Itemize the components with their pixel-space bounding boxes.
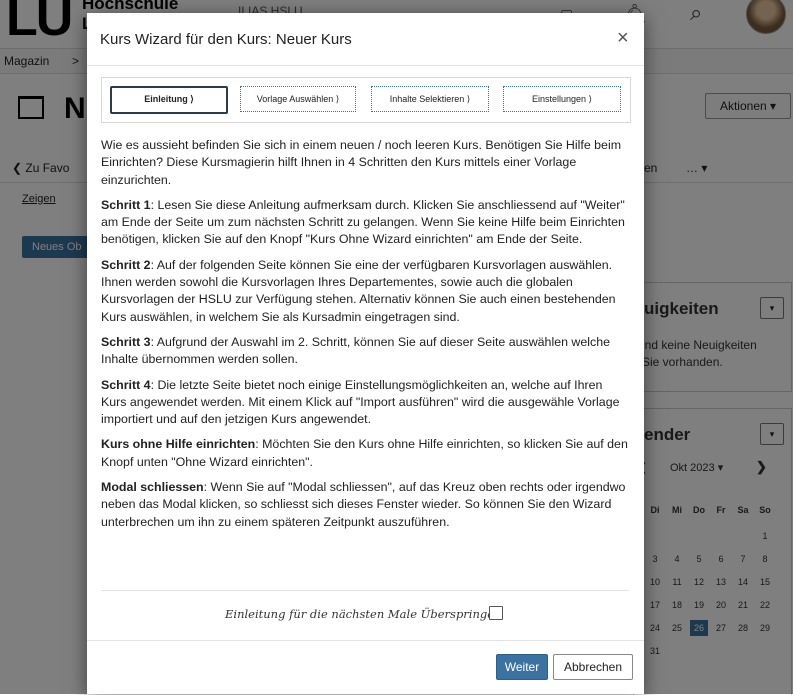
step-3-text: Schritt 3: Aufgrund der Auswahl im 2. Sc… (101, 334, 610, 367)
skip-intro-checkbox[interactable] (489, 606, 503, 620)
skip-intro-label[interactable]: Einleitung für die nächsten Male Überspr… (225, 607, 501, 621)
step-4-text: Schritt 4: Die letzte Seite bietet noch … (101, 377, 620, 427)
close-icon[interactable]: × (617, 27, 629, 50)
step-1-text: Schritt 1: Lesen Sie diese Anleitung auf… (101, 197, 625, 247)
modal-title: Kurs Wizard für den Kurs: Neuer Kurs (100, 31, 352, 48)
modal-footer: Weiter Abbrechen (87, 640, 644, 695)
modal-header: Kurs Wizard für den Kurs: Neuer Kurs × (87, 13, 644, 66)
step-2-text: Schritt 2: Auf der folgenden Seite könne… (101, 257, 616, 324)
step-vorlage-auswaehlen[interactable]: Vorlage Auswählen ⟩ (240, 86, 356, 112)
cancel-button[interactable]: Abbrechen (553, 654, 633, 680)
step-einstellungen[interactable]: Einstellungen ⟩ (503, 86, 621, 112)
skip-intro-row: Einleitung für die nächsten Male Überspr… (101, 590, 629, 641)
step-inhalte-selektieren[interactable]: Inhalte Selektieren ⟩ (371, 86, 489, 112)
close-modal-text: Modal schliessen: Wenn Sie auf "Modal sc… (101, 480, 626, 529)
wizard-steps: Einleitung ⟩ Vorlage Auswählen ⟩ Inhalte… (101, 77, 631, 123)
next-button[interactable]: Weiter (496, 654, 548, 680)
intro-text: Wie es aussieht befinden Sie sich in ein… (101, 138, 622, 187)
step-einleitung[interactable]: Einleitung ⟩ (110, 86, 228, 114)
no-help-text: Kurs ohne Hilfe einrichten: Möchten Sie … (101, 437, 628, 469)
course-wizard-modal: Kurs Wizard für den Kurs: Neuer Kurs × E… (87, 13, 644, 694)
modal-body: Wie es aussieht befinden Sie sich in ein… (101, 137, 629, 539)
